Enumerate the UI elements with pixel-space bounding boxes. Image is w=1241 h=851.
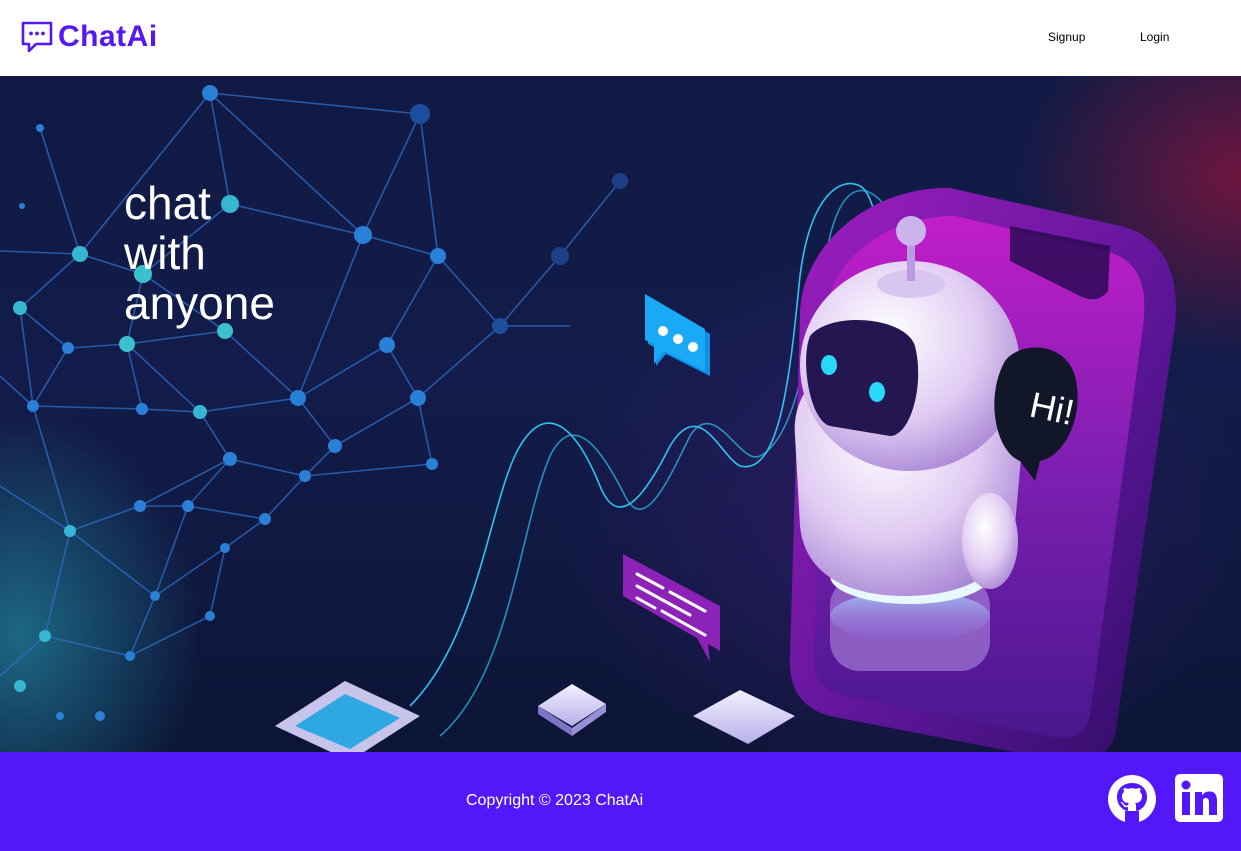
hero-banner: Hi! chat with anyone: [0, 76, 1241, 752]
floating-message-card-icon: [623, 554, 720, 662]
brand-logo[interactable]: ChatAi: [20, 20, 158, 54]
login-link[interactable]: Login: [1140, 30, 1169, 44]
signup-link[interactable]: Signup: [1048, 30, 1085, 44]
network-nodes: [13, 85, 628, 721]
network-lines: [0, 92, 621, 677]
github-icon[interactable]: [1107, 774, 1157, 824]
hero-tagline: chat with anyone: [124, 178, 275, 328]
site-footer: Copyright © 2023 ChatAi: [0, 752, 1241, 851]
floating-chat-bubble-icon: [645, 294, 710, 376]
tagline-line-2: with: [124, 227, 206, 279]
tagline-line-3: anyone: [124, 277, 275, 329]
floor-tiles: [275, 681, 795, 752]
tagline-line-1: chat: [124, 177, 211, 229]
linkedin-icon[interactable]: [1175, 774, 1223, 822]
site-header: ChatAi Signup Login: [0, 0, 1241, 76]
brand-name: ChatAi: [58, 20, 158, 53]
copyright-text: Copyright © 2023 ChatAi: [466, 792, 644, 809]
chat-bubble-dots-icon: [21, 21, 53, 53]
